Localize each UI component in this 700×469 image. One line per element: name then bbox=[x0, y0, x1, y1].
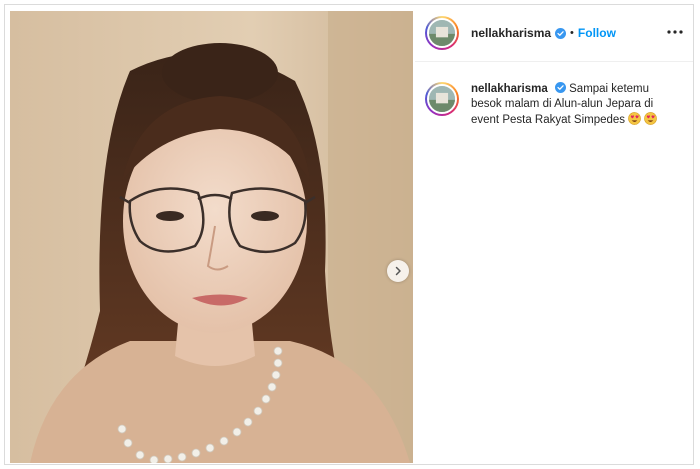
verified-badge-icon bbox=[554, 82, 566, 93]
more-options-icon[interactable] bbox=[667, 29, 683, 35]
caption-avatar[interactable] bbox=[425, 82, 459, 116]
profile-picture-icon bbox=[429, 20, 455, 46]
follow-button[interactable]: Follow bbox=[578, 26, 616, 40]
profile-picture-icon bbox=[429, 86, 455, 112]
next-photo-button[interactable] bbox=[387, 260, 409, 282]
selfie-image bbox=[10, 11, 413, 463]
username-link[interactable]: nellakharisma bbox=[471, 26, 551, 40]
heart-eyes-emoji-icon bbox=[644, 112, 658, 125]
verified-badge-icon bbox=[555, 27, 567, 39]
caption: nellakharisma Sampai ketemu besok malam … bbox=[425, 82, 687, 128]
separator-dot: • bbox=[570, 27, 574, 39]
post-side-panel: nellakharisma • Follow nellakharisma Sam… bbox=[415, 5, 693, 464]
caption-username[interactable]: nellakharisma bbox=[471, 83, 548, 95]
avatar-image bbox=[427, 18, 457, 48]
post-photo[interactable] bbox=[10, 11, 413, 463]
chevron-right-icon bbox=[395, 266, 401, 276]
instagram-post-window: nellakharisma • Follow nellakharisma Sam… bbox=[4, 4, 694, 465]
caption-avatar-image bbox=[427, 84, 457, 114]
post-header: nellakharisma • Follow bbox=[415, 5, 693, 62]
avatar[interactable] bbox=[425, 16, 459, 50]
caption-text: nellakharisma Sampai ketemu besok malam … bbox=[471, 82, 681, 128]
heart-eyes-emoji-icon bbox=[628, 112, 642, 125]
